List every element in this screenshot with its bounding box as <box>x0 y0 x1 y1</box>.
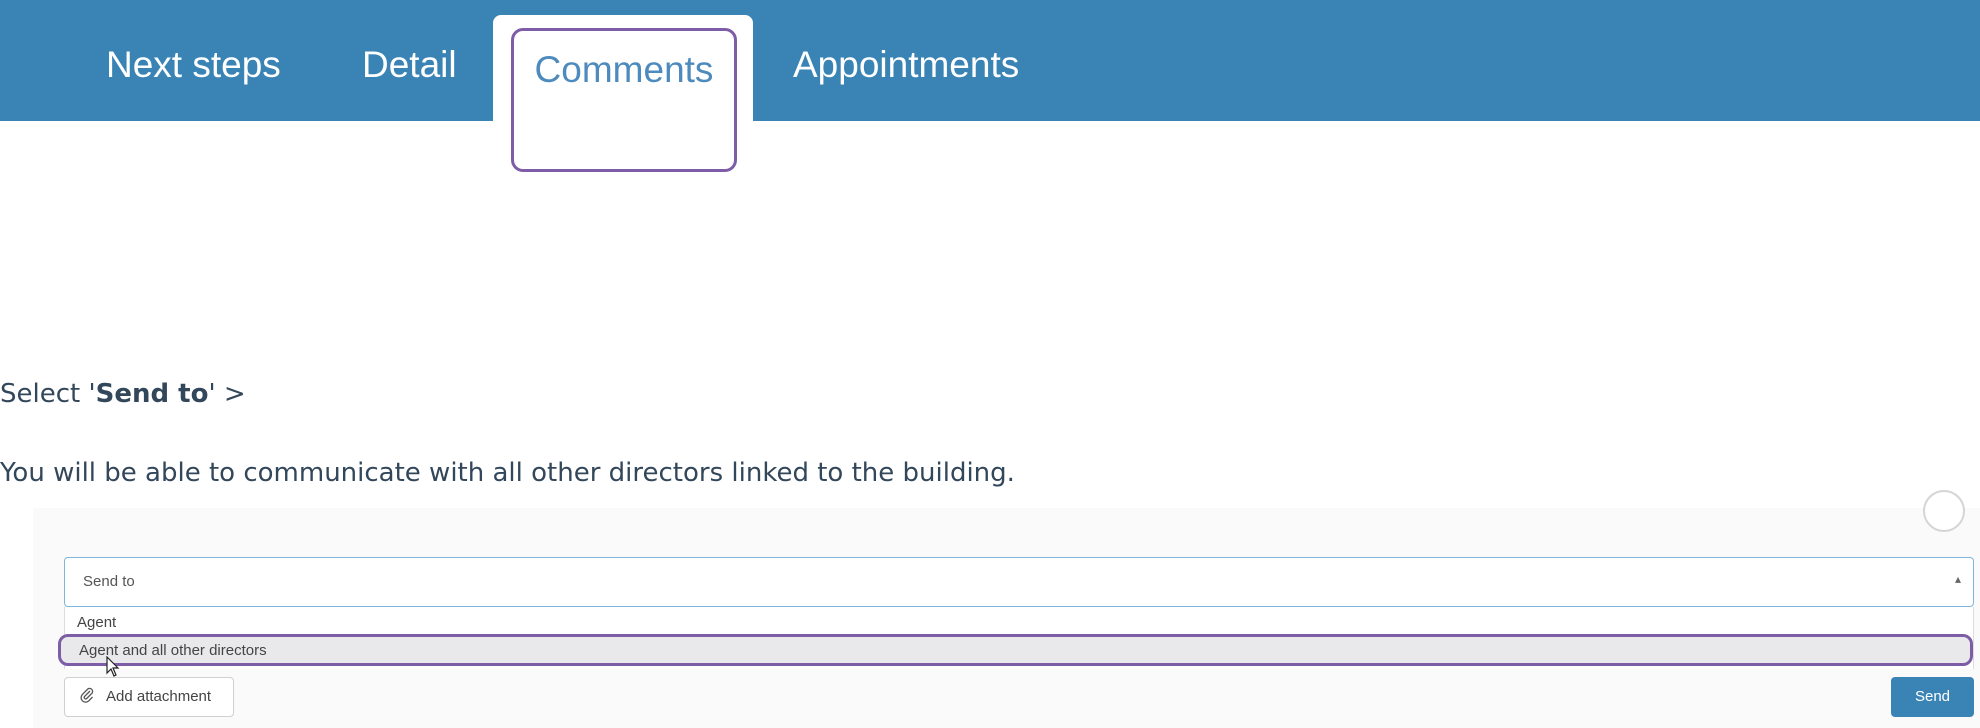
instruction-select-send-to: Select 'Send to' > <box>0 379 246 409</box>
tab-detail[interactable]: Detail <box>362 44 457 86</box>
send-to-placeholder: Send to <box>83 573 135 590</box>
instruction-suffix: ' > <box>208 379 246 409</box>
send-to-select[interactable]: Send to ▴ <box>64 557 1974 607</box>
add-attachment-button[interactable]: Add attachment <box>64 677 234 717</box>
paperclip-icon <box>80 687 94 707</box>
instruction-bold: Send to <box>95 379 209 409</box>
tab-comments[interactable]: Comments <box>511 28 737 172</box>
instruction-communicate: You will be able to communicate with all… <box>0 458 1015 488</box>
add-attachment-label: Add attachment <box>106 688 212 705</box>
instruction-prefix: Select ' <box>0 379 96 409</box>
tab-next-steps[interactable]: Next steps <box>106 44 281 86</box>
tab-appointments[interactable]: Appointments <box>793 44 1019 86</box>
chevron-up-icon: ▴ <box>1954 572 1961 586</box>
tab-bar: Next steps Detail Appointments <box>0 0 1980 121</box>
send-button[interactable]: Send <box>1891 677 1974 717</box>
option-agent-and-all-directors[interactable]: Agent and all other directors <box>58 634 1973 666</box>
option-agent[interactable]: Agent <box>77 614 116 631</box>
circle-icon[interactable] <box>1923 490 1965 532</box>
